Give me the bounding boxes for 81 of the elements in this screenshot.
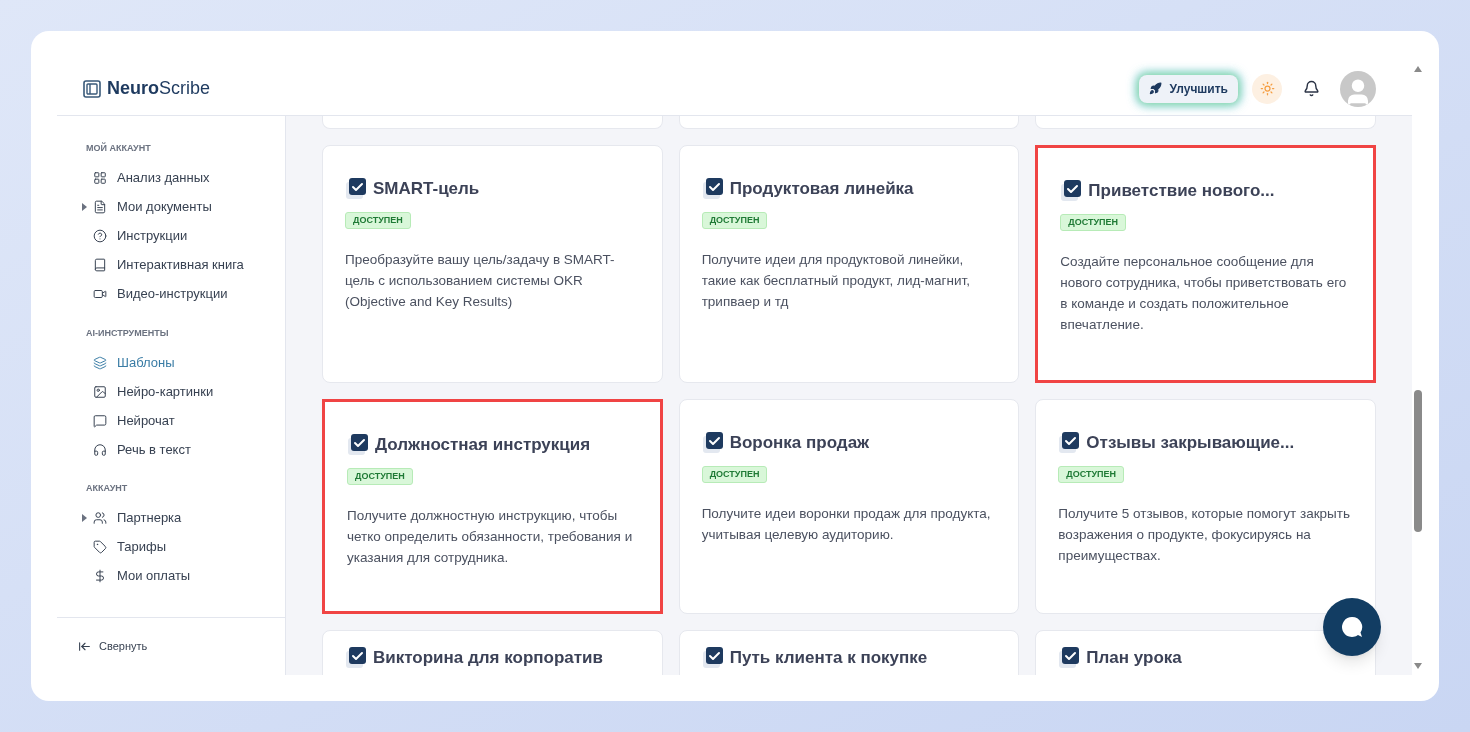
- expand-caret-icon[interactable]: [82, 514, 87, 522]
- card-description: Преобразуйте вашу цель/задачу в SMART-цель с использованием системы OKR (Objective and Key Results): [345, 251, 616, 311]
- logo-icon: [83, 79, 101, 98]
- card-title: Воронка продаж: [729, 432, 870, 454]
- template-card[interactable]: SMART-цель ДОСТУПЕН Преобразуйте вашу цель/задачу в SMART-цель с использованием системы OKR (Objective and Key Results): [322, 145, 663, 383]
- card-description: Создайте персональное сообщение для нового сотрудника, чтобы приветствовать его в команде и создать положительное впечатление.: [1060, 253, 1348, 334]
- card-title: Приветствие нового...: [1088, 180, 1275, 202]
- template-card[interactable]: Продуктовая линейка ДОСТУПЕН Получите идеи для продуктовой линейки, такие как бесплатный продукт, лид-магнит, трипваер и тд: [678, 145, 1020, 383]
- template-card[interactable]: Отзывы закрывающие... ДОСТУПЕН Получите 5 отзывов, которые помогут закрыть возражения о продукте, фокусируясь на преимуществах.: [1035, 399, 1376, 614]
- card-title: Должностная инструкция: [375, 434, 591, 456]
- section-heading: АККАУНТ: [86, 482, 129, 495]
- chat-bubble-icon: [1340, 615, 1364, 639]
- checkbox-icon: [701, 176, 724, 201]
- template-card[interactable]: Путь клиента к покупке: [678, 630, 1020, 675]
- sun-icon: [1259, 81, 1275, 96]
- sidebar-item[interactable]: Мои документы: [82, 197, 212, 217]
- checkbox-icon: [345, 176, 367, 201]
- checkbox-icon: [347, 432, 369, 457]
- checkbox-icon: [1058, 430, 1081, 455]
- layers-icon: [93, 355, 107, 370]
- users-icon: [93, 511, 107, 525]
- status-badge: ДОСТУПЕН: [1060, 213, 1127, 231]
- image-icon: [93, 384, 107, 399]
- sidebar-item[interactable]: Анализ данных: [82, 168, 210, 188]
- template-card[interactable]: Воронка продаж ДОСТУПЕН Получите идеи воронки продаж для продукта, учитывая целевую аудиторию.: [678, 399, 1020, 614]
- dollar-icon: [93, 569, 107, 583]
- book-icon: [93, 258, 107, 272]
- status-badge: ДОСТУПЕН: [1058, 465, 1125, 483]
- logo-text: NeuroScribe: [107, 77, 211, 100]
- tag-icon: [93, 540, 107, 554]
- template-card[interactable]: Приветствие нового... ДОСТУПЕН Создайте персональное сообщение для нового сотрудника, чтобы приветствовать его в команде и создать положительное впечатление.: [1035, 145, 1376, 383]
- checkbox-icon: [1058, 645, 1081, 670]
- scroll-up-arrow-icon[interactable]: [1414, 66, 1422, 72]
- card-title: Отзывы закрывающие...: [1086, 432, 1295, 454]
- sidebar-item[interactable]: Шаблоны: [82, 352, 175, 373]
- status-badge: ДОСТУПЕН: [701, 211, 768, 229]
- card-title: Викторина для корпоратив: [373, 647, 603, 669]
- card-title: Продуктовая линейка: [729, 178, 914, 200]
- document-icon: [93, 200, 107, 214]
- checkbox-icon: [701, 430, 724, 455]
- card-title: Путь клиента к покупке: [729, 647, 928, 669]
- checkbox-icon: [345, 645, 367, 670]
- template-card[interactable]: Должностная инструкция ДОСТУПЕН Получите должностную инструкцию, чтобы четко определить обязанности, требования и указания для сотрудника.: [322, 399, 663, 614]
- sidebar-item[interactable]: Тарифы: [82, 537, 167, 557]
- bell-icon: [1302, 80, 1320, 97]
- section-heading: AI-ИНСТРУМЕНТЫ: [86, 326, 170, 340]
- card-title: План урока: [1086, 647, 1182, 669]
- sidebar-item[interactable]: Инструкции: [82, 226, 188, 246]
- sidebar-item[interactable]: Речь в текст: [82, 439, 191, 460]
- status-badge: ДОСТУПЕН: [701, 465, 768, 483]
- card-title: SMART-цель: [373, 178, 480, 200]
- collapse-arrow-icon: [78, 640, 91, 653]
- sidebar-item[interactable]: Нейрочат: [82, 410, 175, 431]
- template-card[interactable]: План урока: [1035, 630, 1376, 675]
- scrollbar-thumb[interactable]: [1414, 390, 1422, 532]
- sidebar-item[interactable]: Партнерка: [82, 508, 182, 528]
- chat-bubble-icon: [93, 413, 107, 428]
- sidebar-item[interactable]: Нейро-картинки: [82, 381, 214, 402]
- theme-toggle-button[interactable]: [1252, 73, 1282, 104]
- sidebar-item[interactable]: Интерактивная книга: [82, 255, 244, 275]
- card-description: Получите 5 отзывов, которые помогут закрыть возражения о продукте, фокусируясь на преимуществах.: [1058, 505, 1351, 565]
- collapse-button[interactable]: Свернуть: [78, 638, 148, 655]
- card-description: Получите идеи для продуктовой линейки, такие как бесплатный продукт, лид-магнит, трипваер и тд: [701, 251, 971, 311]
- headphones-icon: [93, 442, 107, 457]
- checkbox-icon: [701, 645, 724, 670]
- sidebar-item[interactable]: Мои оплаты: [82, 566, 191, 586]
- card-description: Получите должностную инструкцию, чтобы четко определить обязанности, требования и указания для сотрудника.: [347, 507, 634, 567]
- scroll-down-arrow-icon[interactable]: [1414, 663, 1422, 669]
- status-badge: ДОСТУПЕН: [347, 467, 413, 485]
- help-icon: [93, 229, 107, 243]
- expand-caret-icon[interactable]: [82, 203, 87, 211]
- card-description: Получите идеи воронки продаж для продукта, учитывая целевую аудиторию.: [701, 505, 992, 544]
- sidebar-item[interactable]: Видео-инструкции: [82, 284, 228, 304]
- template-card[interactable]: Викторина для корпоратив: [322, 630, 663, 675]
- rocket-icon: [1148, 82, 1162, 95]
- section-heading: МОЙ АККАУНТ: [86, 142, 152, 155]
- status-badge: ДОСТУПЕН: [345, 211, 411, 229]
- grid-icon: [93, 171, 107, 185]
- checkbox-icon: [1060, 178, 1083, 203]
- upgrade-button[interactable]: Улучшить: [1138, 74, 1238, 103]
- video-camera-icon: [93, 287, 107, 301]
